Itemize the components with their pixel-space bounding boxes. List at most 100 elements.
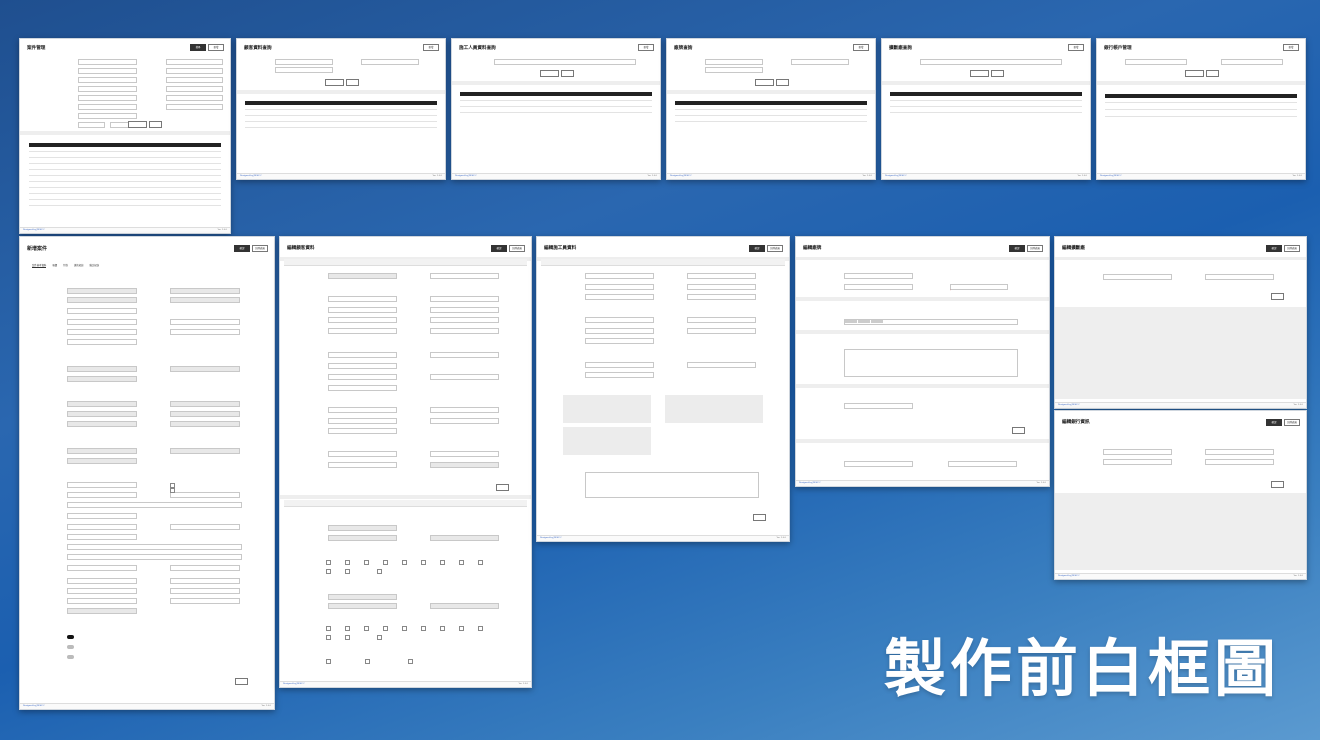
table-row[interactable] xyxy=(890,97,1082,101)
form-field[interactable] xyxy=(328,451,397,457)
form-field[interactable] xyxy=(67,411,137,417)
checkbox[interactable] xyxy=(440,626,445,631)
tab-item[interactable]: 報價 xyxy=(52,263,57,268)
checkbox[interactable] xyxy=(459,560,464,565)
add-button[interactable]: 新增 xyxy=(1068,44,1084,51)
search-submit-button[interactable] xyxy=(346,79,359,86)
form-field[interactable] xyxy=(687,294,756,300)
form-field[interactable] xyxy=(67,482,137,488)
form-field[interactable] xyxy=(170,366,240,372)
form-field[interactable] xyxy=(1205,274,1274,280)
search-submit-button[interactable] xyxy=(149,121,162,128)
filter-field[interactable] xyxy=(275,59,333,65)
form-field[interactable] xyxy=(67,524,137,530)
filter-field[interactable] xyxy=(78,104,137,110)
table-row[interactable] xyxy=(675,112,867,116)
footer-link[interactable]: Designed by JM/SX C xyxy=(23,705,45,707)
checkbox[interactable] xyxy=(377,569,382,574)
filter-field[interactable] xyxy=(361,59,419,65)
logo-upload-field[interactable] xyxy=(950,284,1008,290)
add-button[interactable]: 新增 xyxy=(208,44,224,51)
form-field[interactable] xyxy=(67,421,137,427)
table-row[interactable] xyxy=(890,109,1082,113)
form-field[interactable] xyxy=(328,328,397,334)
table-row[interactable] xyxy=(675,118,867,122)
filter-field[interactable] xyxy=(791,59,849,65)
table-row[interactable] xyxy=(29,166,221,170)
search-submit-button[interactable] xyxy=(561,70,574,77)
form-field[interactable] xyxy=(430,418,499,424)
form-field[interactable] xyxy=(328,462,397,468)
form-field[interactable] xyxy=(430,462,499,468)
toggle-switch[interactable] xyxy=(67,645,74,649)
form-field[interactable] xyxy=(328,363,397,369)
form-field[interactable] xyxy=(1103,459,1172,465)
form-field[interactable] xyxy=(67,598,137,604)
tag-chip[interactable] xyxy=(871,320,883,323)
filter-field[interactable] xyxy=(78,68,137,74)
table-row[interactable] xyxy=(460,109,652,113)
form-field[interactable] xyxy=(430,328,499,334)
footer-link[interactable]: Designed by JM/SX C xyxy=(799,482,821,484)
form-field[interactable] xyxy=(328,317,397,323)
form-field[interactable] xyxy=(430,535,499,541)
add-button[interactable]: 新增 xyxy=(638,44,654,51)
form-field[interactable] xyxy=(844,273,913,279)
checkbox[interactable] xyxy=(421,626,426,631)
form-field[interactable] xyxy=(585,284,654,290)
checkbox[interactable] xyxy=(326,635,331,640)
form-field[interactable] xyxy=(67,588,137,594)
tab-item[interactable]: 案件基本資料 xyxy=(32,263,47,268)
checkbox[interactable] xyxy=(383,560,388,565)
back-button[interactable]: 回列表頁 xyxy=(1284,245,1300,252)
checkbox[interactable] xyxy=(365,659,370,664)
filter-field[interactable] xyxy=(78,59,137,65)
filter-field[interactable] xyxy=(275,67,333,73)
form-field[interactable] xyxy=(430,352,499,358)
form-field[interactable] xyxy=(430,374,499,380)
checkbox[interactable] xyxy=(478,626,483,631)
filter-field[interactable] xyxy=(166,95,223,101)
checkbox[interactable] xyxy=(326,659,331,664)
checkbox[interactable] xyxy=(170,488,175,493)
form-field[interactable] xyxy=(844,284,913,290)
add-button[interactable]: 新增 xyxy=(1283,44,1299,51)
form-field[interactable] xyxy=(170,448,240,454)
form-field[interactable] xyxy=(170,578,240,584)
form-field[interactable] xyxy=(328,273,397,279)
checkbox[interactable] xyxy=(345,635,350,640)
checkbox[interactable] xyxy=(326,569,331,574)
reset-button[interactable] xyxy=(128,121,147,128)
form-field[interactable] xyxy=(67,319,137,325)
form-field[interactable] xyxy=(67,401,137,407)
form-field[interactable] xyxy=(67,339,137,345)
checkbox[interactable] xyxy=(459,626,464,631)
search-submit-button[interactable] xyxy=(1206,70,1219,77)
search-button[interactable]: 搜尋 xyxy=(190,44,206,51)
form-field[interactable] xyxy=(67,544,242,550)
form-field[interactable] xyxy=(67,329,137,335)
submit-button[interactable] xyxy=(235,678,248,685)
filter-field[interactable] xyxy=(705,59,763,65)
form-field[interactable] xyxy=(67,608,137,614)
form-field[interactable] xyxy=(430,451,499,457)
footer-link[interactable]: Designed by JM/SX C xyxy=(455,175,477,177)
form-field[interactable] xyxy=(328,385,397,391)
save-button[interactable]: 確認 xyxy=(1266,419,1282,426)
table-row[interactable] xyxy=(1105,113,1297,117)
form-field[interactable] xyxy=(585,372,654,378)
checkbox[interactable] xyxy=(364,626,369,631)
checkbox[interactable] xyxy=(478,560,483,565)
table-row[interactable] xyxy=(245,124,437,128)
search-submit-button[interactable] xyxy=(776,79,789,86)
form-field[interactable] xyxy=(170,401,240,407)
submit-button[interactable] xyxy=(753,514,766,521)
table-row[interactable] xyxy=(1105,106,1297,110)
form-field[interactable] xyxy=(67,297,137,303)
form-field[interactable] xyxy=(170,565,240,571)
footer-link[interactable]: Designed by JM/SX C xyxy=(1058,575,1080,577)
form-field[interactable] xyxy=(1103,449,1172,455)
form-field[interactable] xyxy=(1205,449,1274,455)
back-button[interactable]: 回列表頁 xyxy=(509,245,525,252)
form-field[interactable] xyxy=(67,376,137,382)
